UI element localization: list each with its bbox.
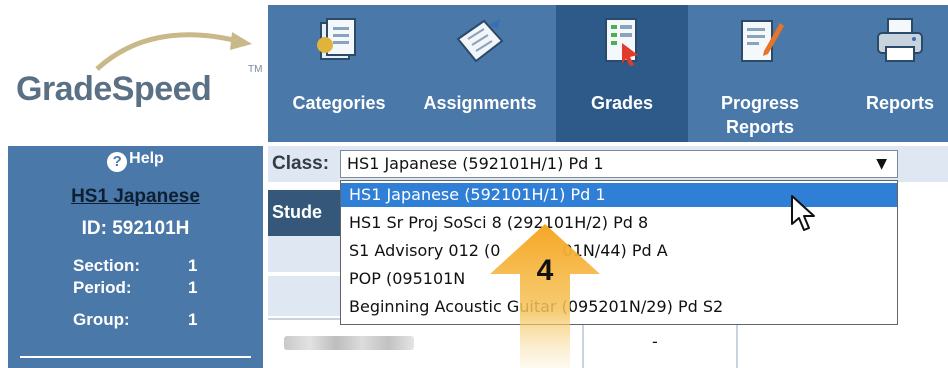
- top-navigation: Categories Assignments Grades Progress R…: [268, 5, 948, 142]
- help-label: Help: [129, 150, 164, 167]
- nav-item-grades[interactable]: Grades: [556, 5, 688, 142]
- categories-icon: [317, 18, 356, 60]
- dropdown-arrow-icon[interactable]: ▼: [876, 151, 887, 177]
- step-callout: 4: [490, 224, 600, 368]
- blurred-student-name: [284, 336, 414, 350]
- logo-trademark: TM: [248, 64, 263, 75]
- nav-label-progress-reports: Progress Reports: [720, 93, 800, 137]
- logo-area: GradeSpeed TM: [0, 0, 270, 142]
- nav-label-reports: Reports: [865, 93, 934, 113]
- up-arrow-icon: [490, 224, 600, 368]
- help-icon: ?: [107, 152, 128, 172]
- grid-divider: [736, 320, 738, 368]
- nav-label-categories: Categories: [292, 93, 386, 113]
- nav-label-assignments: Assignments: [423, 93, 537, 113]
- help-link[interactable]: ? Help: [8, 150, 263, 172]
- group-label: Group:: [73, 310, 130, 329]
- nav-item-categories[interactable]: Categories: [280, 5, 398, 142]
- step-number: 4: [536, 254, 554, 287]
- class-select[interactable]: HS1 Japanese (592101H/1) Pd 1 ▼: [340, 150, 898, 178]
- course-id: ID: 592101H: [8, 218, 263, 240]
- course-id-value: 592101H: [112, 218, 190, 239]
- dropdown-option[interactable]: S1 Advisory 012 (0 01N/44) Pd A: [341, 239, 897, 263]
- nav-item-progress-reports[interactable]: Progress Reports: [696, 5, 824, 142]
- dropdown-option[interactable]: POP (095101N: [341, 267, 897, 291]
- printer-icon: [877, 18, 923, 62]
- group-row: Group: 1: [73, 310, 197, 330]
- dropdown-option[interactable]: Beginning Acoustic Guitar (095201N/29) P…: [341, 295, 897, 319]
- course-name-link[interactable]: HS1 Japanese: [8, 186, 263, 208]
- nav-item-assignments[interactable]: Assignments: [410, 5, 550, 142]
- grades-icon: [605, 18, 638, 66]
- group-value: 1: [188, 310, 198, 329]
- assignments-icon: [456, 19, 504, 63]
- panel-divider: [20, 356, 251, 358]
- period-value: 1: [188, 278, 198, 297]
- section-value: 1: [188, 256, 198, 275]
- grade-cell[interactable]: -: [652, 332, 658, 351]
- logo-swoosh-icon: [95, 32, 252, 71]
- period-label: Period:: [73, 278, 132, 297]
- class-label: Class:: [272, 153, 330, 174]
- mouse-cursor-icon: [791, 195, 815, 231]
- section-label: Section:: [73, 256, 141, 275]
- course-info-panel: ? Help HS1 Japanese ID: 592101H Section: …: [8, 146, 263, 368]
- logo-text[interactable]: GradeSpeed: [16, 70, 212, 109]
- course-id-label: ID:: [81, 218, 107, 239]
- class-bar: Class: HS1 Japanese (592101H/1) Pd 1 ▼: [268, 146, 948, 182]
- progress-reports-icon: [741, 20, 784, 62]
- nav-label-grades: Grades: [590, 93, 654, 113]
- class-select-value: HS1 Japanese (592101H/1) Pd 1: [347, 154, 604, 173]
- period-row: Period: 1: [73, 278, 197, 298]
- dropdown-option-text: S1 Advisory 012 (0: [349, 241, 501, 260]
- section-row: Section: 1: [73, 256, 197, 276]
- nav-item-reports[interactable]: Reports: [840, 5, 948, 142]
